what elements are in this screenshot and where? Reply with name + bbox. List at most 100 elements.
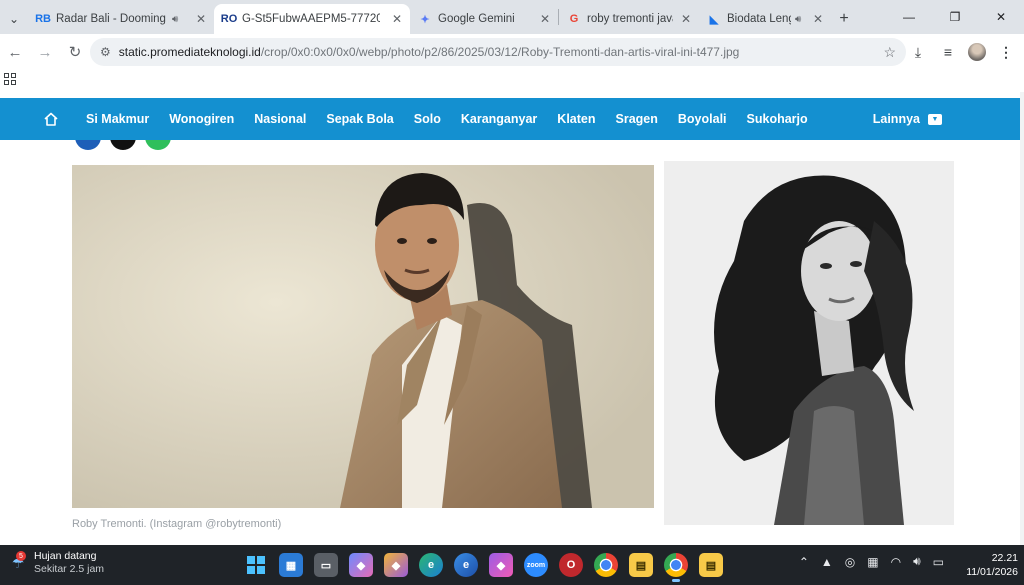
battery-icon[interactable]: ▭ xyxy=(933,555,944,569)
rain-umbrella-icon: ☂ 5 xyxy=(11,551,26,571)
zoom-icon[interactable]: zoom xyxy=(524,553,548,577)
copilot-icon[interactable]: ◆ xyxy=(349,553,373,577)
weather-widget[interactable]: ☂ 5 Hujan datang Sekitar 2.5 jam xyxy=(8,550,104,576)
nav-lainnya-dropdown[interactable]: Lainnya ▼ xyxy=(873,98,942,140)
opera-icon[interactable]: O xyxy=(559,553,583,577)
tab-title: Google Gemini xyxy=(438,13,515,25)
portrait-man-illustration xyxy=(72,165,654,508)
site-favicon-icon: ◣ xyxy=(709,13,719,26)
tab-strip: ⌄ RB Radar Bali - Dooming di Ini 🔊︎ ✕ RO… xyxy=(0,0,1024,34)
tab-radar-bali[interactable]: RB Radar Bali - Dooming di Ini 🔊︎ ✕ xyxy=(28,4,214,34)
nav-klaten[interactable]: Klaten xyxy=(557,112,595,126)
restore-icon[interactable]: ❐ xyxy=(932,0,978,34)
download-icon[interactable]: ⤓ xyxy=(908,44,928,61)
nav-karanganyar[interactable]: Karanganyar xyxy=(461,112,537,126)
show-hidden-icons-chevron-icon[interactable]: ⌃ xyxy=(799,555,809,569)
url-host: static.promediateknologi.id xyxy=(118,45,261,59)
site-navigation: Si Makmur Wonogiren Nasional Sepak Bola … xyxy=(0,98,1024,140)
site-info-tune-icon[interactable]: ⚙ xyxy=(100,45,111,59)
photo-caption: Roby Tremonti. (Instagram @robytremonti) xyxy=(72,518,282,530)
nav-boyolali[interactable]: Boyolali xyxy=(678,112,727,126)
article-photo-secondary xyxy=(664,161,954,525)
nav-solo[interactable]: Solo xyxy=(414,112,441,126)
clock-time: 22.21 xyxy=(991,552,1018,564)
forward-arrow-icon[interactable]: → xyxy=(30,37,60,67)
tab-title: Radar Bali - Dooming di Ini xyxy=(56,13,168,25)
toolbar-actions: ⤓ ≡ ⋮ xyxy=(908,38,1016,66)
tab-search-chevron-icon[interactable]: ⌄ xyxy=(0,4,28,34)
reload-icon[interactable]: ↻ xyxy=(60,37,90,67)
tab-image-active[interactable]: RO G-St5FubwAAEPM5-777203477 ✕ xyxy=(214,4,410,34)
sticky-notes-icon[interactable]: ▤ xyxy=(629,553,653,577)
tab-title: roby tremonti java xyxy=(587,13,673,25)
caret-down-icon: ▼ xyxy=(928,113,942,125)
tab-biodata[interactable]: ◣ Biodata Lengk 🔊︎ ✕ xyxy=(699,4,831,34)
task-view-icon[interactable]: ▭ xyxy=(314,553,338,577)
apps-grid-icon[interactable] xyxy=(4,73,16,85)
page-viewport: Si Makmur Wonogiren Nasional Sepak Bola … xyxy=(0,92,1024,545)
nav-si-makmur[interactable]: Si Makmur xyxy=(86,112,149,126)
wifi-icon[interactable]: ◠ xyxy=(891,555,901,569)
google-g-icon: G xyxy=(569,13,579,25)
weather-text: Hujan datang Sekitar 2.5 jam xyxy=(34,550,104,576)
tab-google-search[interactable]: G roby tremonti java ✕ xyxy=(559,4,699,34)
new-tab-plus-icon[interactable]: + xyxy=(831,4,857,34)
sync-icon[interactable]: ◎ xyxy=(845,555,855,569)
more-menu-icon[interactable]: ⋮ xyxy=(996,44,1016,61)
close-tab-icon[interactable]: ✕ xyxy=(386,12,402,26)
widgets-icon[interactable]: ▦ xyxy=(279,553,303,577)
tray-app-icon[interactable]: ▲ xyxy=(821,555,833,569)
close-window-icon[interactable]: ✕ xyxy=(978,0,1024,34)
browser-toolbar: ← → ↻ ⚙ static.promediateknologi.id/crop… xyxy=(0,34,1024,70)
edge-icon[interactable]: e xyxy=(419,553,443,577)
ro-favicon-icon: RO xyxy=(220,13,238,25)
bookmark-star-icon[interactable]: ☆ xyxy=(883,44,896,61)
chrome-active-icon[interactable] xyxy=(664,553,688,582)
speaker-icon: 🔊︎ xyxy=(172,13,179,25)
start-windows-icon[interactable] xyxy=(244,553,268,577)
clock[interactable]: 22.21 11/01/2026 xyxy=(966,551,1018,579)
back-arrow-icon[interactable]: ← xyxy=(0,37,30,67)
copilot-app-icon[interactable]: ◆ xyxy=(384,553,408,577)
weather-subtitle: Sekitar 2.5 jam xyxy=(34,563,105,575)
clipchamp-icon[interactable]: ◆ xyxy=(489,553,513,577)
close-tab-icon[interactable]: ✕ xyxy=(807,12,823,26)
article-photo-roby-tremonti xyxy=(72,165,654,508)
system-tray: ⌃ ▲ ◎ ▦ ◠ 🔊︎ ▭ xyxy=(799,554,944,569)
edge-beta-icon[interactable]: e xyxy=(454,553,478,577)
notification-badge: 5 xyxy=(16,551,26,561)
portrait-woman-illustration xyxy=(664,161,954,525)
clock-date: 11/01/2026 xyxy=(966,566,1018,578)
close-tab-icon[interactable]: ✕ xyxy=(534,12,550,26)
nav-sepak-bola[interactable]: Sepak Bola xyxy=(326,112,393,126)
tab-title: G-St5FubwAAEPM5-777203477 xyxy=(242,13,380,25)
nav-sragen[interactable]: Sragen xyxy=(616,112,658,126)
nav-nasional[interactable]: Nasional xyxy=(254,112,306,126)
volume-icon[interactable]: 🔊︎ xyxy=(913,554,921,569)
windows-taskbar: ☂ 5 Hujan datang Sekitar 2.5 jam ▦ ▭ ◆ ◆… xyxy=(0,545,1024,585)
gemini-sparkle-icon: ✦ xyxy=(420,13,430,26)
taskbar-apps: ▦ ▭ ◆ ◆ e e ◆ zoom O ▤ ▤ xyxy=(244,551,723,582)
media-queue-icon[interactable]: ≡ xyxy=(938,44,958,60)
store-icon[interactable]: ▦ xyxy=(867,555,878,569)
address-bar[interactable]: ⚙ static.promediateknologi.id/crop/0x0:0… xyxy=(90,38,906,66)
url-text[interactable]: static.promediateknologi.id/crop/0x0:0x0… xyxy=(119,45,884,59)
bookmarks-bar xyxy=(0,70,1024,92)
tab-title: Biodata Lengk xyxy=(727,13,791,25)
nav-wonogiren[interactable]: Wonogiren xyxy=(169,112,234,126)
close-tab-icon[interactable]: ✕ xyxy=(675,12,691,26)
profile-avatar[interactable] xyxy=(968,43,986,61)
radar-bali-favicon-icon: RB xyxy=(35,13,51,25)
nav-sukoharjo[interactable]: Sukoharjo xyxy=(747,112,808,126)
nav-lainnya-label: Lainnya xyxy=(872,112,920,126)
speaker-icon: 🔊︎ xyxy=(795,13,802,25)
scrollbar-track[interactable] xyxy=(1020,92,1024,545)
window-controls: — ❐ ✕ xyxy=(886,0,1024,34)
sticky-notes-2-icon[interactable]: ▤ xyxy=(699,553,723,577)
minimize-icon[interactable]: — xyxy=(886,0,932,34)
home-icon[interactable] xyxy=(36,111,66,127)
tab-google-gemini[interactable]: ✦ Google Gemini ✕ xyxy=(410,4,558,34)
chrome-icon[interactable] xyxy=(594,553,618,577)
close-tab-icon[interactable]: ✕ xyxy=(190,12,206,26)
url-path: /crop/0x0:0x0/0x0/webp/photo/p2/86/2025/… xyxy=(260,45,740,59)
